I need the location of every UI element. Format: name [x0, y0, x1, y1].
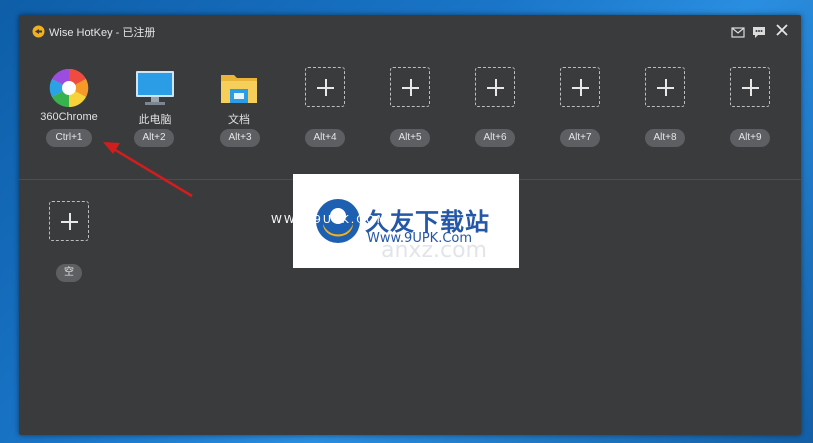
annotation-arrow	[103, 142, 193, 198]
